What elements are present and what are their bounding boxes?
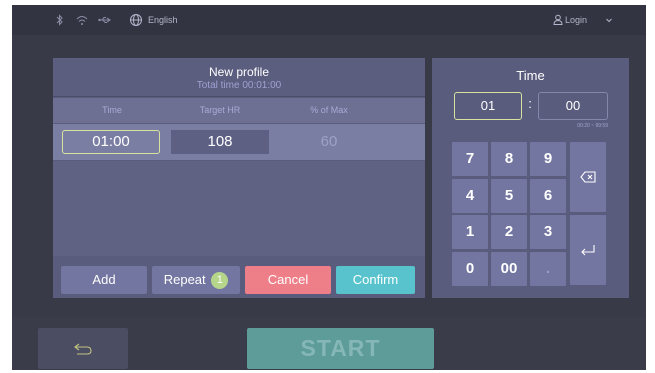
table-row[interactable]: 01:00 108 60 [53,124,425,160]
start-button[interactable]: START [247,328,434,369]
cancel-button[interactable]: Cancel [245,266,331,294]
keypad-key-5[interactable]: 5 [491,179,527,213]
keypad-key-3[interactable]: 3 [530,215,566,249]
back-button[interactable] [38,328,128,369]
add-button[interactable]: Add [61,266,147,294]
keypad-key-00[interactable]: 00 [491,252,527,286]
bluetooth-icon [56,14,63,26]
login-button[interactable]: Login [565,13,587,27]
row-target-hr-field[interactable]: 108 [171,130,269,154]
globe-icon[interactable] [129,13,143,27]
keypad-key-0[interactable]: 0 [452,252,488,286]
keypad-key-9[interactable]: 9 [530,142,566,176]
device-screen: English Login New profile Total time 00:… [12,5,646,370]
chevron-down-icon[interactable] [605,13,613,27]
keypad-key-6[interactable]: 6 [530,179,566,213]
profile-header: New profile Total time 00:01:00 [53,58,425,97]
seconds-field[interactable]: 00 [538,92,608,120]
profile-title: New profile [208,65,270,79]
language-selector[interactable]: English [148,13,178,27]
keypad-key-8[interactable]: 8 [491,142,527,176]
time-separator: : [528,96,532,111]
keypad-key-dot[interactable]: . [530,252,566,286]
keypad-key-7[interactable]: 7 [452,142,488,176]
empty-rows-area [53,161,425,256]
row-pct-max-value: 60 [320,133,338,150]
total-time-label: Total time 00:01:00 [196,80,282,91]
time-panel-title: Time [516,68,545,83]
status-bar: English Login [12,5,646,35]
confirm-button[interactable]: Confirm [336,266,415,294]
time-range-hint: 00:20 ~ 99:59 [577,123,608,129]
column-header-target-hr: Target HR [199,105,241,115]
backspace-key[interactable] [570,142,606,212]
keypad-key-1[interactable]: 1 [452,215,488,249]
back-arrow-icon [74,343,92,355]
bottom-bar: START [12,317,646,370]
usb-icon [98,17,111,23]
column-header-pct-max: % of Max [310,105,348,115]
profile-editor-panel: New profile Total time 00:01:00 Time Tar… [53,58,425,298]
row-time-field[interactable]: 01:00 [62,130,160,154]
user-icon [553,14,563,25]
wifi-icon [76,16,88,25]
enter-icon [581,245,595,256]
time-input-panel: Time 01 : 00 00:20 ~ 99:59 7 8 9 4 5 6 1… [432,58,629,298]
table-header: Time Target HR % of Max [53,98,425,123]
profile-button-bar: Add Repeat 1 Cancel Confirm [53,257,425,298]
minutes-field[interactable]: 01 [454,92,522,120]
backspace-icon [580,171,596,183]
enter-key[interactable] [570,215,606,285]
repeat-button-label: Repeat [163,272,206,287]
keypad-key-4[interactable]: 4 [452,179,488,213]
column-header-time: Time [102,105,122,115]
keypad-key-2[interactable]: 2 [491,215,527,249]
repeat-button[interactable]: Repeat 1 [152,266,240,294]
repeat-count-badge: 1 [211,272,229,289]
